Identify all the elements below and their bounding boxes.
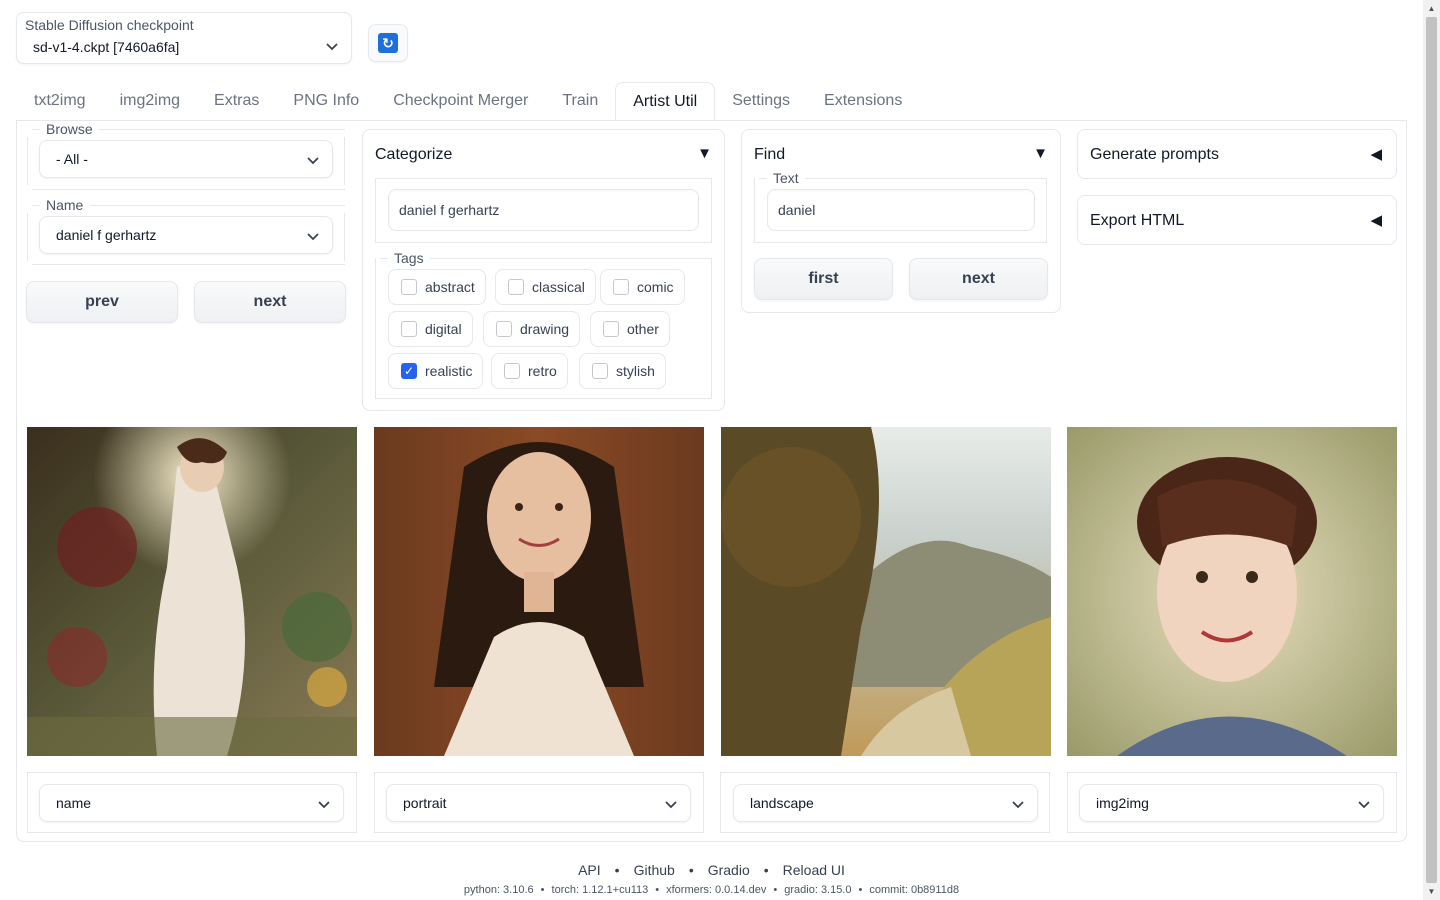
expand-triangle-icon: ◀ <box>1370 146 1382 163</box>
tag-stylish[interactable]: stylish <box>579 353 666 389</box>
chevron-down-icon <box>326 43 338 51</box>
version-xformers: xformers: 0.0.14.dev <box>666 884 767 896</box>
tab-txt2img[interactable]: txt2img <box>17 82 103 120</box>
refresh-checkpoint-button[interactable]: ↻ <box>368 24 408 62</box>
scroll-up-arrow-icon[interactable]: ▲ <box>1423 0 1440 17</box>
find-title[interactable]: Find <box>754 146 785 164</box>
checkpoint-value: sd-v1-4.ckpt [7460a6fa] <box>33 39 180 55</box>
image-2-category-dropdown[interactable]: portrait <box>386 784 691 822</box>
version-commit: commit: 0b8911d8 <box>869 884 960 896</box>
tab-img2img[interactable]: img2img <box>103 82 197 120</box>
chevron-down-icon <box>1358 801 1370 809</box>
footer-links: API • Github • Gradio • Reload UI <box>578 862 845 878</box>
footer-versions: python: 3.10.6 • torch: 1.12.1+cu113 • xform… <box>463 884 960 896</box>
checkpoint-dropdown[interactable]: Stable Diffusion checkpoint sd-v1-4.ckpt… <box>16 12 352 64</box>
version-torch: torch: 1.12.1+cu113 <box>551 884 649 896</box>
checkbox[interactable] <box>603 321 619 337</box>
footer-link-api[interactable]: API <box>578 862 601 878</box>
checkbox[interactable] <box>496 321 512 337</box>
name-label: Name <box>40 197 90 213</box>
artwork-image-3[interactable] <box>721 427 1051 756</box>
categorize-artist-input[interactable]: daniel f gerhartz <box>388 189 699 231</box>
tab-train[interactable]: Train <box>545 82 615 120</box>
tag-realistic[interactable]: ✓ realistic <box>388 353 484 389</box>
tab-bar: txt2img img2img Extras PNG Info Checkpoi… <box>17 82 919 120</box>
chevron-down-icon <box>318 801 330 809</box>
tab-checkpoint-merger[interactable]: Checkpoint Merger <box>376 82 545 120</box>
version-python: python: 3.10.6 <box>463 884 534 896</box>
checkbox-checked[interactable]: ✓ <box>401 363 417 379</box>
artwork-image-4[interactable] <box>1067 427 1397 756</box>
refresh-icon: ↻ <box>378 33 398 53</box>
tab-settings[interactable]: Settings <box>715 82 807 120</box>
find-text-input[interactable]: daniel <box>767 189 1035 231</box>
artwork-image-1[interactable] <box>27 427 357 756</box>
tags-label: Tags <box>388 250 430 266</box>
checkbox[interactable] <box>592 363 608 379</box>
chevron-down-icon <box>307 233 319 241</box>
image-1-category-dropdown[interactable]: name <box>39 784 344 822</box>
scroll-down-arrow-icon[interactable]: ▼ <box>1423 883 1440 900</box>
checkbox[interactable] <box>508 279 524 295</box>
find-text-label: Text <box>767 170 805 186</box>
prev-button[interactable]: prev <box>26 281 178 323</box>
tag-abstract[interactable]: abstract <box>388 269 486 305</box>
expand-triangle-icon: ◀ <box>1370 212 1382 229</box>
chevron-down-icon <box>1012 801 1024 809</box>
tag-other[interactable]: other <box>590 311 670 347</box>
checkpoint-label: Stable Diffusion checkpoint <box>25 17 194 33</box>
browse-label: Browse <box>40 121 99 137</box>
tab-artist-util[interactable]: Artist Util <box>615 82 716 120</box>
tag-comic[interactable]: comic <box>600 269 685 305</box>
tag-digital[interactable]: digital <box>388 311 473 347</box>
export-html-title: Export HTML <box>1090 212 1185 229</box>
page-scrollbar[interactable]: ▲ ▼ <box>1423 0 1440 900</box>
find-first-button[interactable]: first <box>754 258 893 300</box>
collapse-triangle-icon[interactable]: ▼ <box>1033 145 1048 162</box>
tag-classical[interactable]: classical <box>495 269 596 305</box>
checkbox[interactable] <box>401 321 417 337</box>
checkbox[interactable] <box>613 279 629 295</box>
name-dropdown[interactable]: daniel f gerhartz <box>39 216 333 254</box>
export-html-accordion[interactable]: Export HTML ◀ <box>1077 195 1397 245</box>
checkbox[interactable] <box>504 363 520 379</box>
browse-dropdown[interactable]: - All - <box>39 140 333 178</box>
tab-png-info[interactable]: PNG Info <box>276 82 376 120</box>
next-button[interactable]: next <box>194 281 346 323</box>
name-value: daniel f gerhartz <box>56 227 157 243</box>
checkbox[interactable] <box>401 279 417 295</box>
version-gradio: gradio: 3.15.0 <box>784 884 852 896</box>
footer-link-gradio[interactable]: Gradio <box>708 862 750 878</box>
collapse-triangle-icon[interactable]: ▼ <box>697 145 712 162</box>
image-4-category-dropdown[interactable]: img2img <box>1079 784 1384 822</box>
generate-prompts-title: Generate prompts <box>1090 146 1219 163</box>
image-3-category-dropdown[interactable]: landscape <box>733 784 1038 822</box>
artwork-image-2[interactable] <box>374 427 704 756</box>
footer-link-reload-ui[interactable]: Reload UI <box>783 862 845 878</box>
tag-retro[interactable]: retro <box>491 353 568 389</box>
scroll-thumb[interactable] <box>1426 17 1437 883</box>
generate-prompts-accordion[interactable]: Generate prompts ◀ <box>1077 129 1397 179</box>
tab-extras[interactable]: Extras <box>197 82 276 120</box>
categorize-title[interactable]: Categorize <box>375 146 452 164</box>
tag-drawing[interactable]: drawing <box>483 311 581 347</box>
find-next-button[interactable]: next <box>909 258 1048 300</box>
tab-extensions[interactable]: Extensions <box>807 82 919 120</box>
chevron-down-icon <box>307 157 319 165</box>
browse-value: - All - <box>56 151 88 167</box>
footer-link-github[interactable]: Github <box>634 862 675 878</box>
chevron-down-icon <box>665 801 677 809</box>
